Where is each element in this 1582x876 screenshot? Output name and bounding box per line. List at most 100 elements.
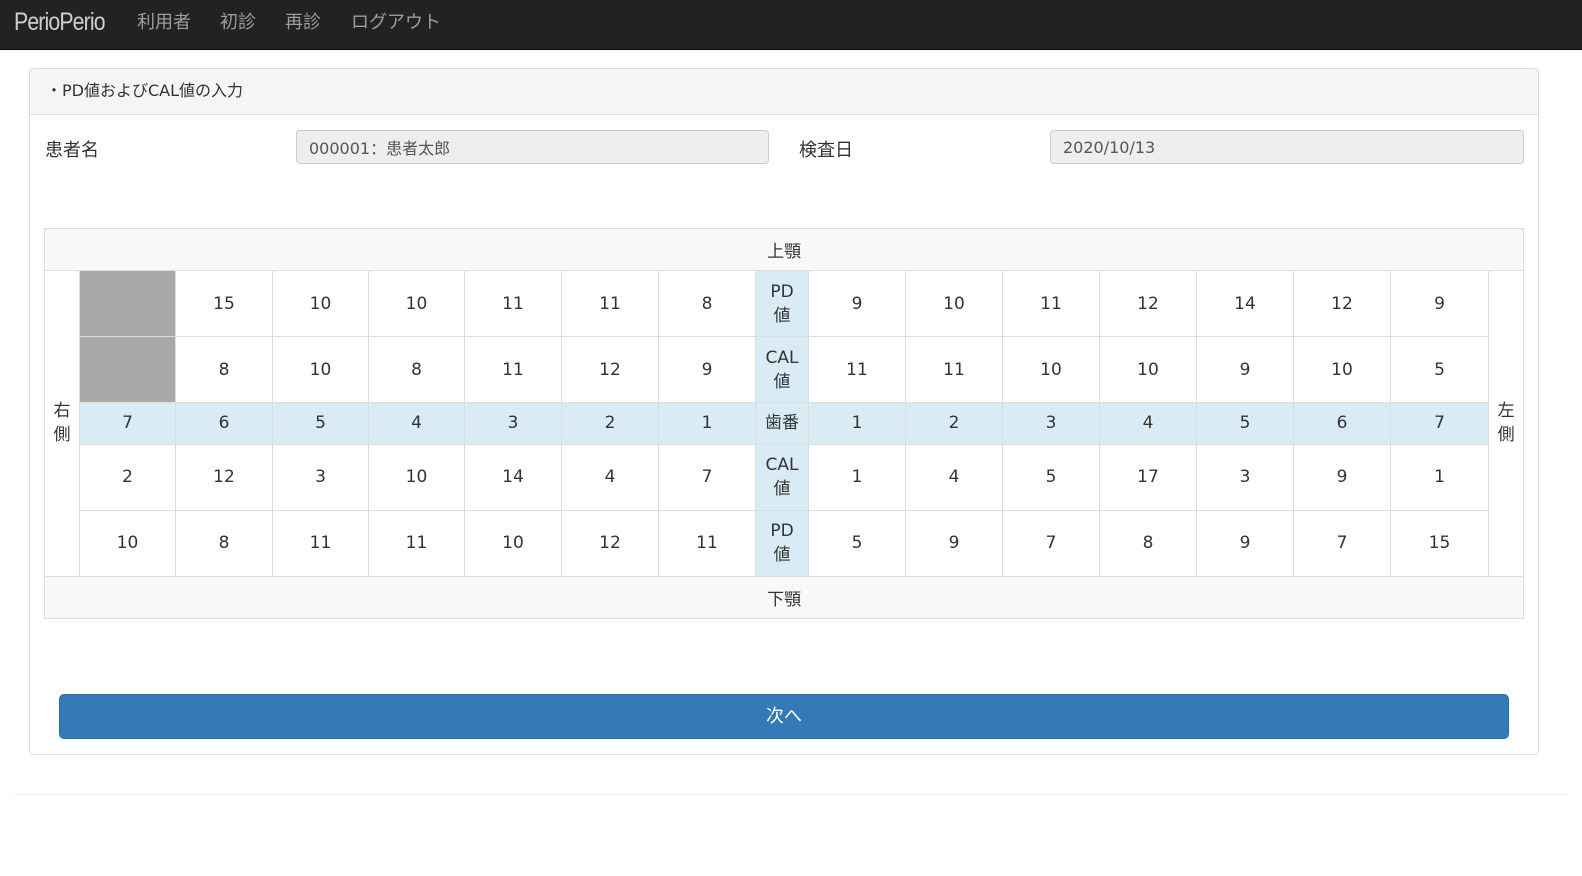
pd-cell[interactable]: 10 <box>905 270 1003 338</box>
row-label-text: PD値 <box>770 281 794 326</box>
panel-title: ・PD値およびCAL値の入力 <box>30 69 1538 115</box>
top-navbar: PerioPerio 利用者 初診 再診 ログアウト <box>0 0 1582 50</box>
tooth-number-cell: 4 <box>1099 402 1197 445</box>
tooth-number-cell: 1 <box>808 402 906 445</box>
cal-cell[interactable]: 5 <box>1390 336 1489 404</box>
cal-cell[interactable]: 11 <box>808 336 906 404</box>
next-button[interactable]: 次へ <box>59 694 1509 739</box>
nav-item-first-visit[interactable]: 初診 <box>220 0 256 50</box>
nav-item-revisit[interactable]: 再診 <box>285 0 321 50</box>
missing-tooth-cell <box>79 336 176 404</box>
cal-cell[interactable]: 10 <box>1099 336 1197 404</box>
cal-cell[interactable]: 4 <box>905 443 1003 511</box>
cal-cell[interactable]: 1 <box>808 443 906 511</box>
pd-cell[interactable]: 7 <box>1293 509 1391 577</box>
pd-cell[interactable]: 10 <box>79 509 176 577</box>
pd-cell[interactable]: 15 <box>1390 509 1489 577</box>
pd-cell[interactable]: 9 <box>1390 270 1489 338</box>
periodontal-chart: 上顎 右側 15 10 10 11 11 8 PD値 9 10 11 12 14… <box>43 227 1525 620</box>
cal-cell[interactable]: 1 <box>1390 443 1489 511</box>
cal-cell[interactable]: 10 <box>1293 336 1391 404</box>
cal-cell[interactable]: 10 <box>272 336 369 404</box>
pd-cell[interactable]: 10 <box>272 270 369 338</box>
cal-cell[interactable]: 10 <box>1002 336 1100 404</box>
pd-cell[interactable]: 11 <box>464 270 562 338</box>
pd-cell[interactable]: 11 <box>368 509 465 577</box>
cal-cell[interactable]: 17 <box>1099 443 1197 511</box>
lower-cal-row-label: CAL値 <box>755 443 809 511</box>
tooth-number-cell: 1 <box>658 402 756 445</box>
pd-cell[interactable]: 14 <box>1196 270 1294 338</box>
tooth-number-cell: 3 <box>464 402 562 445</box>
tooth-number-cell: 2 <box>561 402 659 445</box>
pd-cell[interactable]: 10 <box>368 270 465 338</box>
cal-cell[interactable]: 2 <box>79 443 176 511</box>
footer-divider <box>14 794 1568 795</box>
cal-cell[interactable]: 12 <box>175 443 273 511</box>
patient-name-field[interactable] <box>296 130 769 164</box>
pd-cell[interactable]: 8 <box>1099 509 1197 577</box>
cal-cell[interactable]: 7 <box>658 443 756 511</box>
nav-item-users[interactable]: 利用者 <box>137 0 191 50</box>
cal-cell[interactable]: 11 <box>905 336 1003 404</box>
lower-pd-row-label: PD値 <box>755 509 809 577</box>
tooth-number-cell: 5 <box>272 402 369 445</box>
tooth-number-cell: 6 <box>1293 402 1391 445</box>
lower-pd-row: 10 8 11 11 10 12 11 PD値 5 9 7 8 9 7 15 <box>45 509 1524 577</box>
cal-cell[interactable]: 8 <box>175 336 273 404</box>
tooth-number-cell: 4 <box>368 402 465 445</box>
pd-cell[interactable]: 9 <box>905 509 1003 577</box>
pd-cell[interactable]: 11 <box>272 509 369 577</box>
tooth-number-cell: 6 <box>175 402 273 445</box>
cal-cell[interactable]: 14 <box>464 443 562 511</box>
brand-logo[interactable]: PerioPerio <box>14 8 106 37</box>
pd-cell[interactable]: 9 <box>808 270 906 338</box>
cal-cell[interactable]: 8 <box>368 336 465 404</box>
missing-tooth-cell <box>79 270 176 338</box>
exam-date-label: 検査日 <box>799 140 853 161</box>
pd-cell[interactable]: 12 <box>1099 270 1197 338</box>
cal-cell[interactable]: 9 <box>1293 443 1391 511</box>
tooth-number-cell: 7 <box>79 402 176 445</box>
pd-cell[interactable]: 11 <box>1002 270 1100 338</box>
tooth-number-cell: 2 <box>905 402 1003 445</box>
patient-name-label: 患者名 <box>45 140 99 161</box>
cal-cell[interactable]: 12 <box>561 336 659 404</box>
left-side-text: 左側 <box>1497 401 1515 446</box>
exam-date-field[interactable] <box>1050 130 1524 164</box>
pd-cell[interactable]: 12 <box>561 509 659 577</box>
pd-cell[interactable]: 12 <box>1293 270 1391 338</box>
lower-cal-row: 2 12 3 10 14 4 7 CAL値 1 4 5 17 3 9 1 <box>45 443 1524 511</box>
tooth-number-cell: 7 <box>1390 402 1489 445</box>
pd-cell[interactable]: 15 <box>175 270 273 338</box>
row-label-text: CAL値 <box>765 347 799 392</box>
pd-cell[interactable]: 9 <box>1196 509 1294 577</box>
cal-cell[interactable]: 3 <box>272 443 369 511</box>
cal-cell[interactable]: 4 <box>561 443 659 511</box>
pd-cell[interactable]: 7 <box>1002 509 1100 577</box>
pd-cell[interactable]: 11 <box>658 509 756 577</box>
cal-cell[interactable]: 5 <box>1002 443 1100 511</box>
row-label-text: PD値 <box>770 521 794 566</box>
pd-cell[interactable]: 8 <box>175 509 273 577</box>
pd-cell[interactable]: 8 <box>658 270 756 338</box>
cal-cell[interactable]: 3 <box>1196 443 1294 511</box>
pd-cell[interactable]: 11 <box>561 270 659 338</box>
cal-cell[interactable]: 10 <box>368 443 465 511</box>
nav-item-logout[interactable]: ログアウト <box>351 0 441 50</box>
cal-cell[interactable]: 11 <box>464 336 562 404</box>
upper-cal-row: 8 10 8 11 12 9 CAL値 11 11 10 10 9 10 5 <box>45 336 1524 404</box>
row-label-text: CAL値 <box>765 455 799 500</box>
upper-pd-row-label: PD値 <box>755 270 809 338</box>
tooth-number-cell: 5 <box>1196 402 1294 445</box>
tooth-number-row: 7 6 5 4 3 2 1 歯番 1 2 3 4 5 6 7 <box>45 402 1524 445</box>
upper-jaw-label: 上顎 <box>43 227 1525 272</box>
lower-jaw-label: 下顎 <box>43 575 1525 620</box>
cal-cell[interactable]: 9 <box>658 336 756 404</box>
upper-pd-row: 右側 15 10 10 11 11 8 PD値 9 10 11 12 14 12… <box>44 270 1525 577</box>
tooth-number-cell: 3 <box>1002 402 1100 445</box>
pd-cell[interactable]: 5 <box>808 509 906 577</box>
right-side-label: 右側 <box>44 270 80 577</box>
pd-cell[interactable]: 10 <box>464 509 562 577</box>
cal-cell[interactable]: 9 <box>1196 336 1294 404</box>
